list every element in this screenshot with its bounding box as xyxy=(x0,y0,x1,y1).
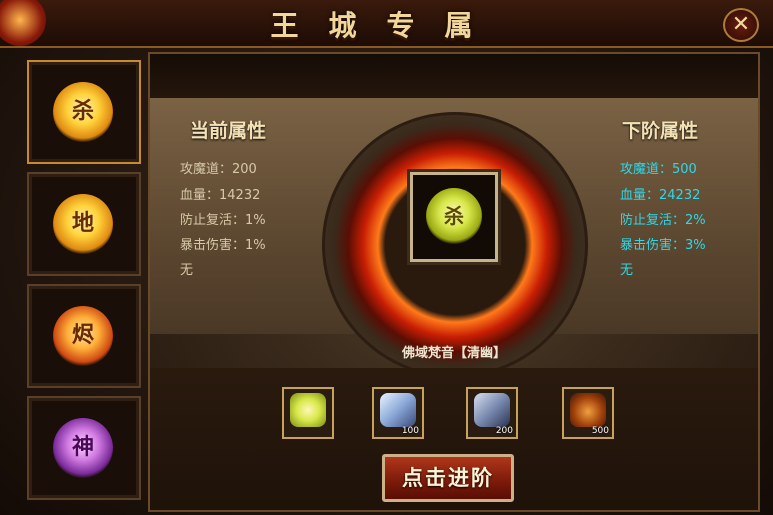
side-item-3[interactable]: 烬 xyxy=(27,284,141,388)
next-attr-header: 下阶属性 xyxy=(622,120,699,142)
talisman-icon: 神 xyxy=(53,418,113,478)
next-attr-line: 无 xyxy=(620,263,634,278)
cost-slot[interactable]: 200 xyxy=(466,387,518,439)
side-item-2[interactable]: 地 xyxy=(27,172,141,276)
cost-slot[interactable]: 100 xyxy=(372,387,424,439)
crystal-icon xyxy=(380,393,416,427)
current-attr-line: 攻魔道：200 xyxy=(180,162,257,177)
close-button[interactable]: ✕ xyxy=(723,8,759,42)
talisman-icon xyxy=(290,393,326,427)
stone-bar xyxy=(150,54,758,98)
current-attr-header: 当前属性 xyxy=(190,120,267,142)
next-attr-line: 防止复活：2% xyxy=(620,213,706,228)
item-name: 佛域梵音【清幽】 xyxy=(401,346,506,361)
talisman-icon: 烬 xyxy=(53,306,113,366)
cost-slot[interactable] xyxy=(282,387,334,439)
talisman-icon: 杀 xyxy=(426,188,482,244)
window-title: 王城专属 xyxy=(270,9,503,42)
talisman-icon: 地 xyxy=(53,194,113,254)
title-bar: 王城专属 ✕ xyxy=(0,0,773,48)
current-attr-line: 血量：14232 xyxy=(180,188,261,203)
cost-count: 200 xyxy=(495,426,513,436)
current-attr-line: 暴击伤害：1% xyxy=(180,238,266,253)
current-attr-line: 无 xyxy=(180,263,194,278)
cost-count: 500 xyxy=(591,426,609,436)
bag-icon xyxy=(570,393,606,427)
main-area: 杀 当前属性 攻魔道：200 血量：14232 防止复活：1% 暴击伤害：1% … xyxy=(148,52,760,512)
ore-icon xyxy=(474,393,510,427)
current-attr-line: 防止复活：1% xyxy=(180,213,266,228)
side-item-1[interactable]: 杀 xyxy=(27,60,141,164)
talisman-icon: 杀 xyxy=(53,82,113,142)
next-attr-line: 血量：24232 xyxy=(620,188,701,203)
next-attr-line: 暴击伤害：3% xyxy=(620,238,706,253)
kingcity-exclusive-panel: 王城专属 ✕ 杀 地 烬 神 杀 当前属性 攻魔道：200 血量：14232 防… xyxy=(0,0,773,515)
side-item-4[interactable]: 神 xyxy=(27,396,141,500)
cost-count: 100 xyxy=(401,426,419,436)
next-attr-line: 攻魔道：500 xyxy=(620,162,697,177)
cost-slot[interactable]: 500 xyxy=(562,387,614,439)
advance-button[interactable]: 点击进阶 xyxy=(382,454,514,502)
center-item-frame: 杀 xyxy=(410,172,498,262)
